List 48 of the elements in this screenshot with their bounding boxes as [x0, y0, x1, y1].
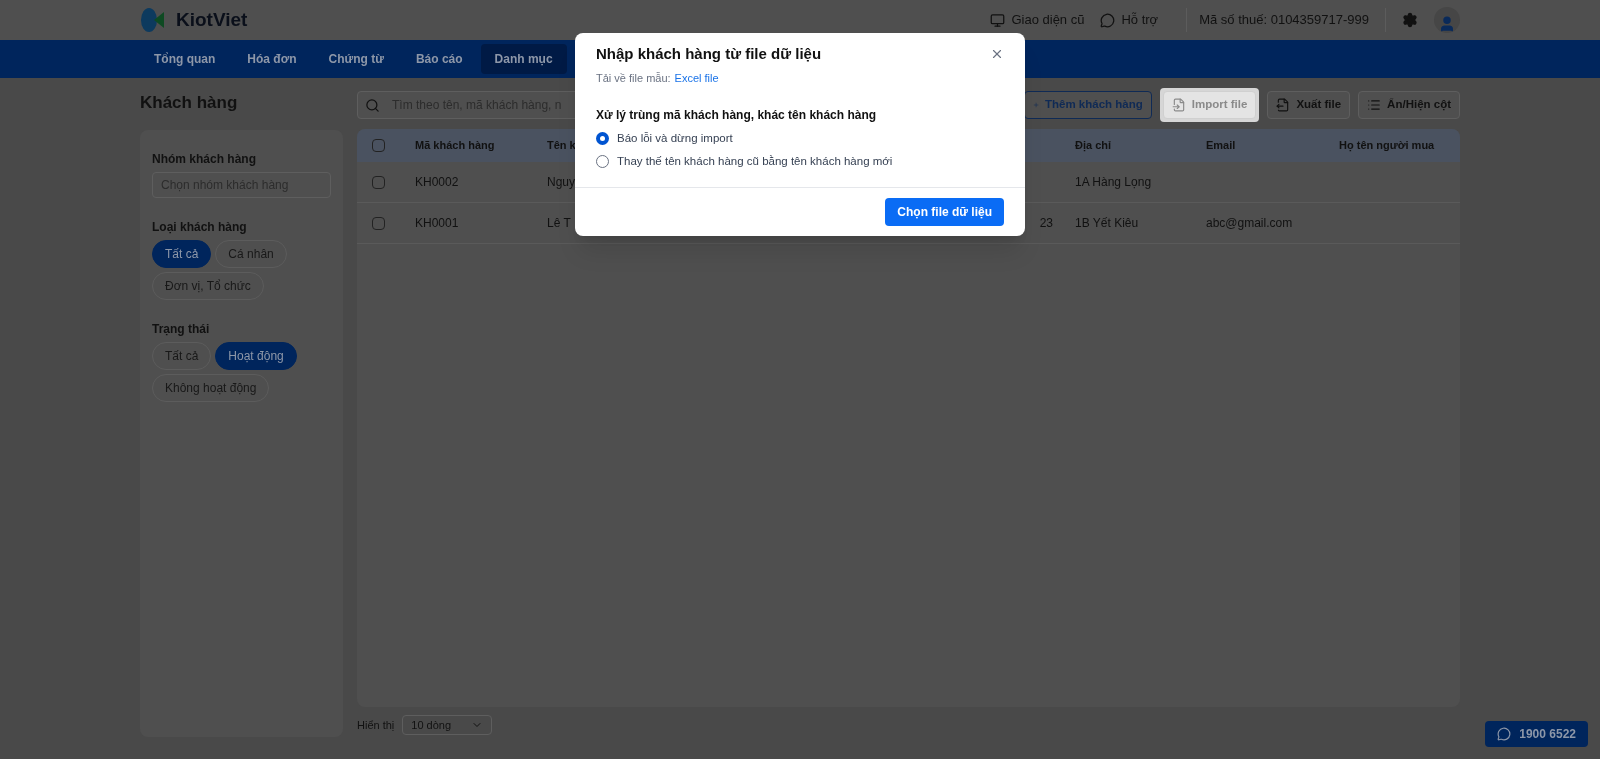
template-label: Tải về file mẫu: — [596, 70, 671, 86]
row-checkbox[interactable] — [372, 175, 385, 189]
monitor-icon — [990, 12, 1006, 28]
choose-file-button[interactable]: Chọn file dữ liệu — [885, 197, 1004, 226]
table-cell-text: abc@gmail.com — [1205, 215, 1294, 232]
radio-option[interactable]: Báo lỗi và dừng import — [596, 130, 1004, 148]
column-header: Họ tên người mua — [1338, 138, 1436, 154]
excel-link[interactable]: Excel file — [674, 69, 719, 86]
tax-code: Mã số thuế: 0104359717-999 — [1199, 11, 1369, 30]
radio-button[interactable] — [596, 132, 609, 146]
column-header: Tên k — [546, 138, 577, 154]
nav-tab[interactable]: Chứng từ — [314, 44, 398, 74]
table-cell-text: 1A Hàng Lọng — [1074, 174, 1153, 191]
radio-option[interactable]: Thay thế tên khách hàng cũ bằng tên khách hàng mới — [596, 153, 1004, 171]
chat-icon — [1100, 12, 1116, 28]
avatar[interactable] — [1434, 7, 1460, 33]
nav-tab[interactable]: Báo cáo — [401, 44, 477, 74]
toolbar-button[interactable]: Import file — [1162, 91, 1257, 119]
table-cell-text: Lê T — [546, 215, 572, 232]
list-icon — [1367, 98, 1382, 112]
table-cell-text: KH0001 — [414, 215, 460, 232]
column-header: Mã khách hàng — [414, 138, 496, 154]
column-header: Địa chỉ — [1074, 138, 1113, 154]
page-title: Khách hàng — [140, 92, 239, 114]
table-cell-text: 23 — [1039, 215, 1054, 232]
filter-label: Loại khách hàng — [152, 219, 248, 236]
table-cell-text: KH0002 — [414, 174, 460, 191]
settings-icon[interactable] — [1402, 12, 1418, 28]
nav-tab[interactable]: Tổng quan — [140, 44, 230, 74]
filter-chip[interactable]: Tất cả — [152, 240, 212, 268]
question-label: Xử lý trùng mã khách hàng, khác tên khách hàng — [596, 107, 878, 124]
checkbox[interactable] — [372, 139, 385, 152]
column-header: Email — [1205, 138, 1237, 154]
search-icon — [365, 98, 380, 113]
import-icon — [1171, 98, 1186, 112]
chat-icon — [1497, 727, 1512, 741]
filter-chip[interactable]: Hoạt động — [215, 342, 297, 370]
export-icon — [1276, 98, 1291, 112]
dialog-title: Nhập khách hàng từ file dữ liệu — [596, 44, 822, 64]
nav-tab[interactable]: Danh mục — [480, 44, 567, 74]
hotline-button[interactable]: 1900 6522 — [1485, 721, 1588, 747]
filter-label: Nhóm khách hàng — [152, 151, 257, 168]
filter-label: Trạng thái — [152, 321, 211, 338]
table-cell-text: Nguy — [546, 174, 576, 191]
logo-text: KiotViet — [176, 7, 248, 32]
table-cell-text: 1B Yết Kiêu — [1074, 215, 1140, 232]
nav-tab[interactable]: Hóa đơn — [233, 44, 311, 74]
row-checkbox[interactable] — [372, 216, 385, 230]
